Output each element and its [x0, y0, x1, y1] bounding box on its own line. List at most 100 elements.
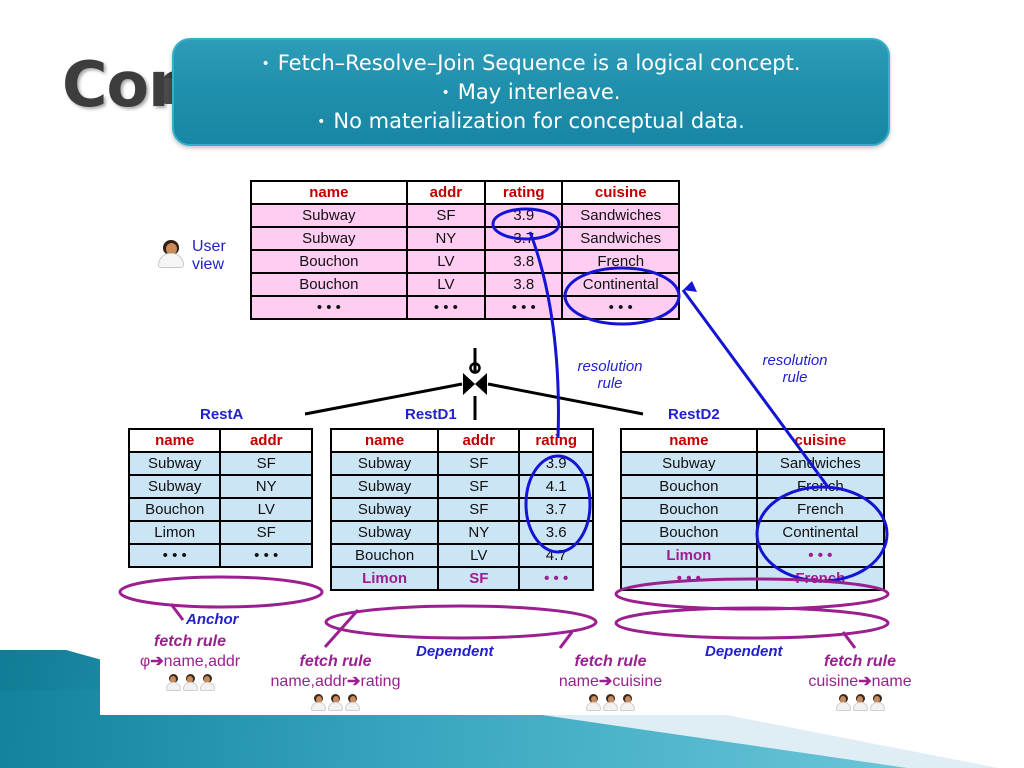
callout-text-1: Fetch–Resolve–Join Sequence is a logical…: [277, 50, 801, 75]
table-header-row: name addr rating: [329, 428, 594, 453]
table-row: Subway NY: [127, 474, 313, 499]
column-header-cuisine: cuisine: [755, 428, 886, 453]
cell-name: Bouchon: [620, 497, 758, 522]
table-row: Subway SF 4.1: [329, 474, 594, 499]
role-label-anchor: Anchor: [186, 611, 239, 628]
resolution-rule-left-line2: rule: [597, 375, 623, 392]
table-row: Limon SF: [127, 520, 313, 545]
bullet-icon: •: [317, 113, 326, 130]
table-caption-resta: RestA: [200, 406, 244, 423]
cell-addr: SF: [437, 474, 521, 499]
callout-box: • Fetch–Resolve–Join Sequence is a logica…: [172, 38, 890, 146]
table-row: Subway SF 3.7: [329, 497, 594, 522]
table-row: Bouchon French: [620, 474, 886, 499]
cell-name: Subway: [250, 226, 408, 251]
cell-name: Subway: [620, 451, 758, 476]
fetch-rule-lhs: φ: [139, 653, 151, 670]
fetch-rule-lhs: name: [558, 673, 599, 690]
cell-name: Bouchon: [620, 520, 758, 545]
cell-rating: 4.7: [518, 543, 594, 568]
three-people-icon: [775, 693, 945, 711]
callout-line-2: • May interleave.: [442, 78, 621, 107]
cell-name: Subway: [250, 203, 408, 228]
cell-name: Subway: [127, 451, 222, 476]
cell-cuisine: Continental: [561, 272, 680, 297]
table-row: Subway SF 3.9: [329, 451, 594, 476]
table-row: Bouchon LV 3.8 French: [250, 249, 680, 274]
resolution-rule-label-right: resolution rule: [740, 352, 850, 386]
cell-rating: • • •: [518, 566, 594, 591]
fetch-rule-title: fetch rule: [299, 653, 372, 670]
arrow-icon: ➔: [598, 673, 613, 690]
cell-addr: SF: [437, 566, 521, 591]
column-header-addr: addr: [219, 428, 313, 453]
cell-addr: NY: [405, 226, 487, 251]
table-caption-restd2: RestD2: [668, 406, 720, 423]
column-header-rating: rating: [518, 428, 594, 453]
table-row: Limon SF • • •: [329, 566, 594, 591]
table-row: • • • • • •: [127, 543, 313, 568]
column-header-name: name: [127, 428, 222, 453]
column-header-cuisine: cuisine: [561, 180, 680, 205]
bullet-icon: •: [261, 55, 270, 72]
callout-line-3: • No materialization for conceptual data.: [317, 107, 745, 136]
cell-name: Subway: [329, 451, 440, 476]
column-header-rating: rating: [484, 180, 564, 205]
table-row: Subway Sandwiches: [620, 451, 886, 476]
column-header-name: name: [250, 180, 408, 205]
cell-name: Subway: [329, 474, 440, 499]
table-header-row: name addr: [127, 428, 313, 453]
cell-addr: SF: [437, 497, 521, 522]
cell-name: Limon: [620, 543, 758, 568]
cell-addr: NY: [219, 474, 313, 499]
cell-addr: • • •: [219, 543, 313, 568]
cell-cuisine: Continental: [755, 520, 886, 545]
resolution-rule-left-line1: resolution: [577, 358, 643, 375]
table-caption-restd1: RestD1: [405, 406, 457, 423]
fetch-rule-title: fetch rule: [574, 653, 647, 670]
table-row: Bouchon LV 3.8 Continental: [250, 272, 680, 297]
table-row: • • • French: [620, 566, 886, 591]
column-header-name: name: [329, 428, 440, 453]
cell-cuisine: Sandwiches: [561, 226, 680, 251]
fetch-rule-title: fetch rule: [823, 653, 896, 670]
cell-name: • • •: [127, 543, 222, 568]
cell-cuisine: • • •: [755, 543, 886, 568]
cell-cuisine: French: [755, 474, 886, 499]
user-avatar-icon: [158, 240, 184, 268]
table-header-row: name cuisine: [620, 428, 886, 453]
fetch-rule-restd1: fetch rule name,addr➔rating: [228, 653, 443, 711]
table-row: Limon • • •: [620, 543, 886, 568]
cell-name: Bouchon: [620, 474, 758, 499]
fetch-rule-restd2: fetch rule name➔cuisine: [528, 653, 693, 711]
bullet-icon: •: [441, 84, 450, 101]
table-row: Bouchon Continental: [620, 520, 886, 545]
cell-rating: 3.6: [518, 520, 594, 545]
cell-rating: 3.8: [484, 249, 564, 274]
cell-cuisine: Sandwiches: [755, 451, 886, 476]
role-label-dependent-2: Dependent: [705, 643, 783, 660]
cell-addr: LV: [405, 272, 487, 297]
fetch-rule-rhs: rating: [360, 673, 401, 690]
table-row: Subway NY 3.7 Sandwiches: [250, 226, 680, 251]
table-row: Bouchon LV 4.7: [329, 543, 594, 568]
table-row: Subway SF 3.9 Sandwiches: [250, 203, 680, 228]
cell-cuisine: French: [561, 249, 680, 274]
user-view-label-line1: User: [192, 238, 226, 255]
table-row: • • • • • • • • • • • •: [250, 295, 680, 320]
resolution-rule-label-left: resolution rule: [555, 358, 665, 392]
cell-rating: • • •: [484, 295, 564, 320]
cell-addr: SF: [219, 520, 313, 545]
cell-cuisine: French: [755, 566, 886, 591]
fetch-rule-rhs: name: [871, 673, 912, 690]
cell-rating: 3.7: [518, 497, 594, 522]
cell-cuisine: • • •: [561, 295, 680, 320]
cell-rating: 3.7: [484, 226, 564, 251]
cell-addr: SF: [405, 203, 487, 228]
cell-name: Subway: [127, 474, 222, 499]
cell-addr: NY: [437, 520, 521, 545]
cell-name: • • •: [250, 295, 408, 320]
callout-text-3: No materialization for conceptual data.: [333, 108, 745, 133]
cell-addr: SF: [219, 451, 313, 476]
user-view-label-line2: view: [192, 256, 225, 273]
